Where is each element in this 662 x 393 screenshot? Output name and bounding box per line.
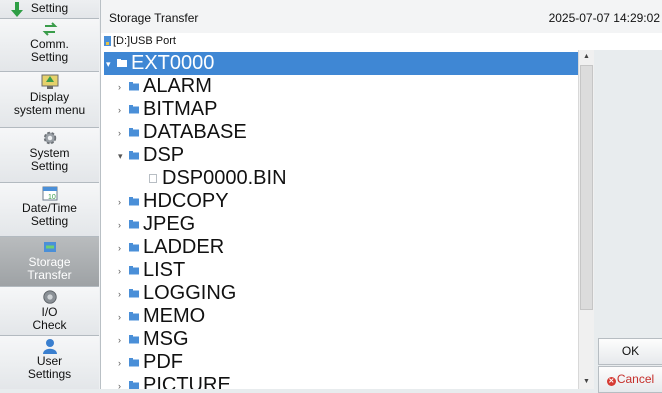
- collapse-arrow-icon[interactable]: ▾: [106, 59, 111, 70]
- tree-node-folder[interactable]: › PICTURE: [101, 374, 578, 389]
- tree-node-folder[interactable]: › ALARM: [101, 75, 578, 98]
- page-title: Storage Transfer: [109, 11, 199, 25]
- expand-arrow-icon[interactable]: ›: [118, 105, 121, 115]
- collapse-arrow-icon[interactable]: ▾: [118, 151, 123, 162]
- tree-node-label: PICTURE: [143, 374, 231, 389]
- sidebar-item-system-setting[interactable]: System Setting: [0, 128, 99, 183]
- datetime-display: 2025-07-07 14:29:02: [548, 11, 660, 25]
- expand-arrow-icon[interactable]: ›: [118, 197, 121, 207]
- folder-icon: [129, 381, 139, 389]
- expand-arrow-icon[interactable]: ›: [118, 82, 121, 92]
- folder-icon: [129, 358, 139, 367]
- sidebar-item-comm-setting[interactable]: Comm. Setting: [0, 19, 99, 72]
- cancel-icon: ✕: [606, 377, 616, 386]
- comm-icon: [42, 22, 57, 36]
- tree-node-label: LOGGING: [143, 282, 237, 304]
- sidebar-item-io-check[interactable]: I/O Check: [0, 287, 99, 336]
- sidebar-item-label: Storage Transfer: [27, 255, 72, 282]
- folder-icon: [129, 266, 139, 275]
- gear-icon: [43, 131, 56, 145]
- setting-icon: [11, 2, 23, 17]
- sidebar-item-label: Date/Time Setting: [22, 201, 77, 228]
- folder-icon: [129, 289, 139, 298]
- expand-arrow-icon[interactable]: ›: [118, 335, 121, 345]
- tree-node-folder[interactable]: › JPEG: [101, 213, 578, 236]
- folder-icon: [129, 197, 139, 206]
- sidebar-item-setting[interactable]: Setting: [0, 0, 99, 19]
- expand-arrow-icon[interactable]: ›: [118, 128, 121, 138]
- folder-icon: [129, 220, 139, 229]
- vertical-scrollbar[interactable]: ▲ ▼: [578, 50, 594, 389]
- sidebar-item-label: System Setting: [29, 146, 70, 173]
- cancel-label: Cancel: [616, 372, 655, 386]
- path-bar: [D:]USB Port: [101, 33, 662, 50]
- tree-node-folder[interactable]: ▾ DSP: [101, 144, 578, 167]
- expand-arrow-icon[interactable]: ›: [118, 220, 121, 230]
- svg-text:10: 10: [48, 194, 56, 201]
- sidebar-item-date-time-setting[interactable]: 10 Date/Time Setting: [0, 183, 99, 237]
- expand-arrow-icon[interactable]: ›: [118, 289, 121, 299]
- tree-node-label: EXT0000: [131, 52, 215, 74]
- expand-arrow-icon[interactable]: ›: [118, 312, 121, 322]
- tree-node-folder[interactable]: › MEMO: [101, 305, 578, 328]
- sidebar-item-label: Display system menu: [13, 90, 86, 117]
- tree-node-folder[interactable]: › LADDER: [101, 236, 578, 259]
- calendar-icon: 10: [42, 186, 57, 201]
- usb-drive-icon: [104, 36, 111, 46]
- action-panel: OK ✕ Cancel: [594, 50, 662, 393]
- sidebar-item-storage-transfer[interactable]: Storage Transfer: [0, 237, 99, 287]
- tree-node-label: DSP: [143, 144, 185, 166]
- expand-arrow-icon[interactable]: ›: [118, 266, 121, 276]
- header: Storage Transfer 2025-07-07 14:29:02: [101, 0, 662, 34]
- sidebar: Setting Comm. Setting Display system men…: [0, 0, 101, 389]
- scroll-up-arrow-icon[interactable]: ▲: [579, 50, 594, 64]
- folder-icon: [129, 128, 139, 137]
- folder-icon: [129, 82, 139, 91]
- tree-node-label: LIST: [143, 259, 186, 281]
- tree-node-folder[interactable]: › LIST: [101, 259, 578, 282]
- sidebar-item-label: I/O Check: [32, 305, 67, 332]
- tree-node-folder[interactable]: › MSG: [101, 328, 578, 351]
- tree-node-label: ALARM: [143, 75, 212, 97]
- user-icon: [42, 339, 57, 354]
- file-icon: [149, 174, 157, 183]
- expand-arrow-icon[interactable]: ›: [118, 381, 121, 389]
- tree-node-label: BITMAP: [143, 98, 218, 120]
- tree-node-label: DSP0000.BIN: [162, 167, 287, 189]
- display-icon: [41, 74, 58, 89]
- sidebar-item-display-system-menu[interactable]: Display system menu: [0, 72, 99, 128]
- folder-icon: [129, 312, 139, 321]
- tree-node-label: JPEG: [143, 213, 196, 235]
- current-path: [D:]USB Port: [113, 35, 176, 47]
- tree-node-folder[interactable]: › DATABASE: [101, 121, 578, 144]
- scroll-thumb[interactable]: [580, 65, 593, 310]
- folder-icon: [129, 335, 139, 344]
- ok-button[interactable]: OK: [598, 338, 662, 365]
- tree-node-label: DATABASE: [143, 121, 247, 143]
- sidebar-item-label: Comm. Setting: [30, 37, 69, 64]
- scroll-down-arrow-icon[interactable]: ▼: [579, 375, 594, 389]
- tree-node-folder[interactable]: › HDCOPY: [101, 190, 578, 213]
- tree-node-label: HDCOPY: [143, 190, 229, 212]
- sidebar-item-label: User Settings: [27, 354, 72, 381]
- tree-node-root[interactable]: ▾ EXT0000: [101, 52, 578, 75]
- tree-node-label: MSG: [143, 328, 189, 350]
- tree-node-folder[interactable]: › PDF: [101, 351, 578, 374]
- folder-icon: [129, 105, 139, 114]
- open-folder-icon: [129, 151, 139, 160]
- expand-arrow-icon[interactable]: ›: [118, 243, 121, 253]
- storage-transfer-icon: [43, 242, 56, 252]
- tree-node-label: MEMO: [143, 305, 206, 327]
- tree-node-file[interactable]: DSP0000.BIN: [101, 167, 578, 190]
- file-tree[interactable]: ▾ EXT0000 › ALARM › BITMAP › DATABASE ▾ DSP DSP0…: [101, 50, 578, 389]
- sidebar-item-user-settings[interactable]: User Settings: [0, 336, 99, 389]
- tree-node-folder[interactable]: › LOGGING: [101, 282, 578, 305]
- open-folder-icon: [117, 59, 127, 67]
- tree-node-label: LADDER: [143, 236, 225, 258]
- folder-icon: [129, 243, 139, 252]
- io-check-icon: [42, 290, 57, 304]
- expand-arrow-icon[interactable]: ›: [118, 358, 121, 368]
- tree-node-label: PDF: [143, 351, 183, 373]
- tree-node-folder[interactable]: › BITMAP: [101, 98, 578, 121]
